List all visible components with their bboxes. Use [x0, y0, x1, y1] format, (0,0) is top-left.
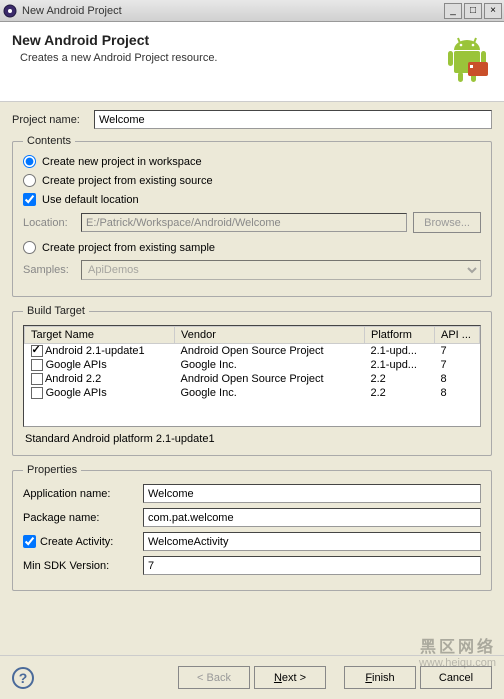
target-row[interactable]: Google APIs Google Inc. 2.2 8	[25, 386, 480, 400]
app-name-input[interactable]	[143, 484, 481, 503]
col-api[interactable]: API ...	[435, 327, 480, 344]
build-target-legend: Build Target	[23, 305, 89, 317]
project-name-row: Project name:	[12, 110, 492, 129]
project-name-label: Project name:	[12, 114, 94, 126]
samples-label: Samples:	[23, 264, 81, 276]
maximize-button[interactable]: □	[464, 3, 482, 19]
target-row[interactable]: Android 2.1-update1 Android Open Source …	[25, 344, 480, 359]
cancel-button[interactable]: Cancel	[420, 666, 492, 689]
close-button[interactable]: ×	[484, 3, 502, 19]
target-checkbox[interactable]	[31, 373, 43, 385]
next-button[interactable]: Next >	[254, 666, 326, 689]
eclipse-icon	[2, 3, 18, 19]
target-checkbox[interactable]	[31, 345, 43, 357]
location-label: Location:	[23, 217, 81, 229]
page-subtitle: Creates a new Android Project resource.	[20, 52, 492, 64]
radio-new-workspace[interactable]	[23, 155, 36, 168]
samples-select: ApiDemos	[81, 260, 481, 280]
properties-group: Properties Application name: Package nam…	[12, 464, 492, 591]
target-checkbox[interactable]	[31, 387, 43, 399]
col-target-name[interactable]: Target Name	[25, 327, 175, 344]
dialog-header: New Android Project Creates a new Androi…	[0, 22, 504, 102]
radio-existing-sample-label: Create project from existing sample	[42, 242, 215, 254]
build-target-table[interactable]: Target Name Vendor Platform API ... Andr…	[23, 325, 481, 427]
window-title: New Android Project	[22, 5, 444, 17]
contents-group: Contents Create new project in workspace…	[12, 135, 492, 297]
project-name-input[interactable]	[94, 110, 492, 129]
target-row[interactable]: Google APIs Google Inc. 2.1-upd... 7	[25, 358, 480, 372]
activity-name-input[interactable]	[143, 532, 481, 551]
min-sdk-label: Min SDK Version:	[23, 560, 143, 572]
radio-existing-source-label: Create project from existing source	[42, 175, 213, 187]
build-target-status: Standard Android platform 2.1-update1	[23, 433, 481, 445]
create-activity-label: Create Activity:	[40, 536, 113, 548]
target-checkbox[interactable]	[31, 359, 43, 371]
minimize-button[interactable]: _	[444, 3, 462, 19]
finish-button[interactable]: Finish	[344, 666, 416, 689]
package-name-input[interactable]	[143, 508, 481, 527]
radio-new-workspace-label: Create new project in workspace	[42, 156, 202, 168]
target-row[interactable]: Android 2.2 Android Open Source Project …	[25, 372, 480, 386]
page-title: New Android Project	[12, 32, 492, 48]
titlebar: New Android Project _ □ ×	[0, 0, 504, 22]
location-input	[81, 213, 407, 232]
dialog-footer: ? < Back Next > Finish Cancel	[0, 655, 504, 699]
build-target-group: Build Target Target Name Vendor Platform…	[12, 305, 492, 456]
help-icon[interactable]: ?	[12, 667, 34, 689]
col-platform[interactable]: Platform	[365, 327, 435, 344]
back-button: < Back	[178, 666, 250, 689]
package-name-label: Package name:	[23, 512, 143, 524]
create-activity-checkbox[interactable]	[23, 535, 36, 548]
checkbox-default-location-label: Use default location	[42, 194, 139, 206]
checkbox-default-location[interactable]	[23, 193, 36, 206]
radio-existing-source[interactable]	[23, 174, 36, 187]
android-icon	[442, 32, 492, 92]
app-name-label: Application name:	[23, 488, 143, 500]
browse-button: Browse...	[413, 212, 481, 233]
contents-legend: Contents	[23, 135, 75, 147]
properties-legend: Properties	[23, 464, 81, 476]
col-vendor[interactable]: Vendor	[175, 327, 365, 344]
min-sdk-input[interactable]	[143, 556, 481, 575]
radio-existing-sample[interactable]	[23, 241, 36, 254]
